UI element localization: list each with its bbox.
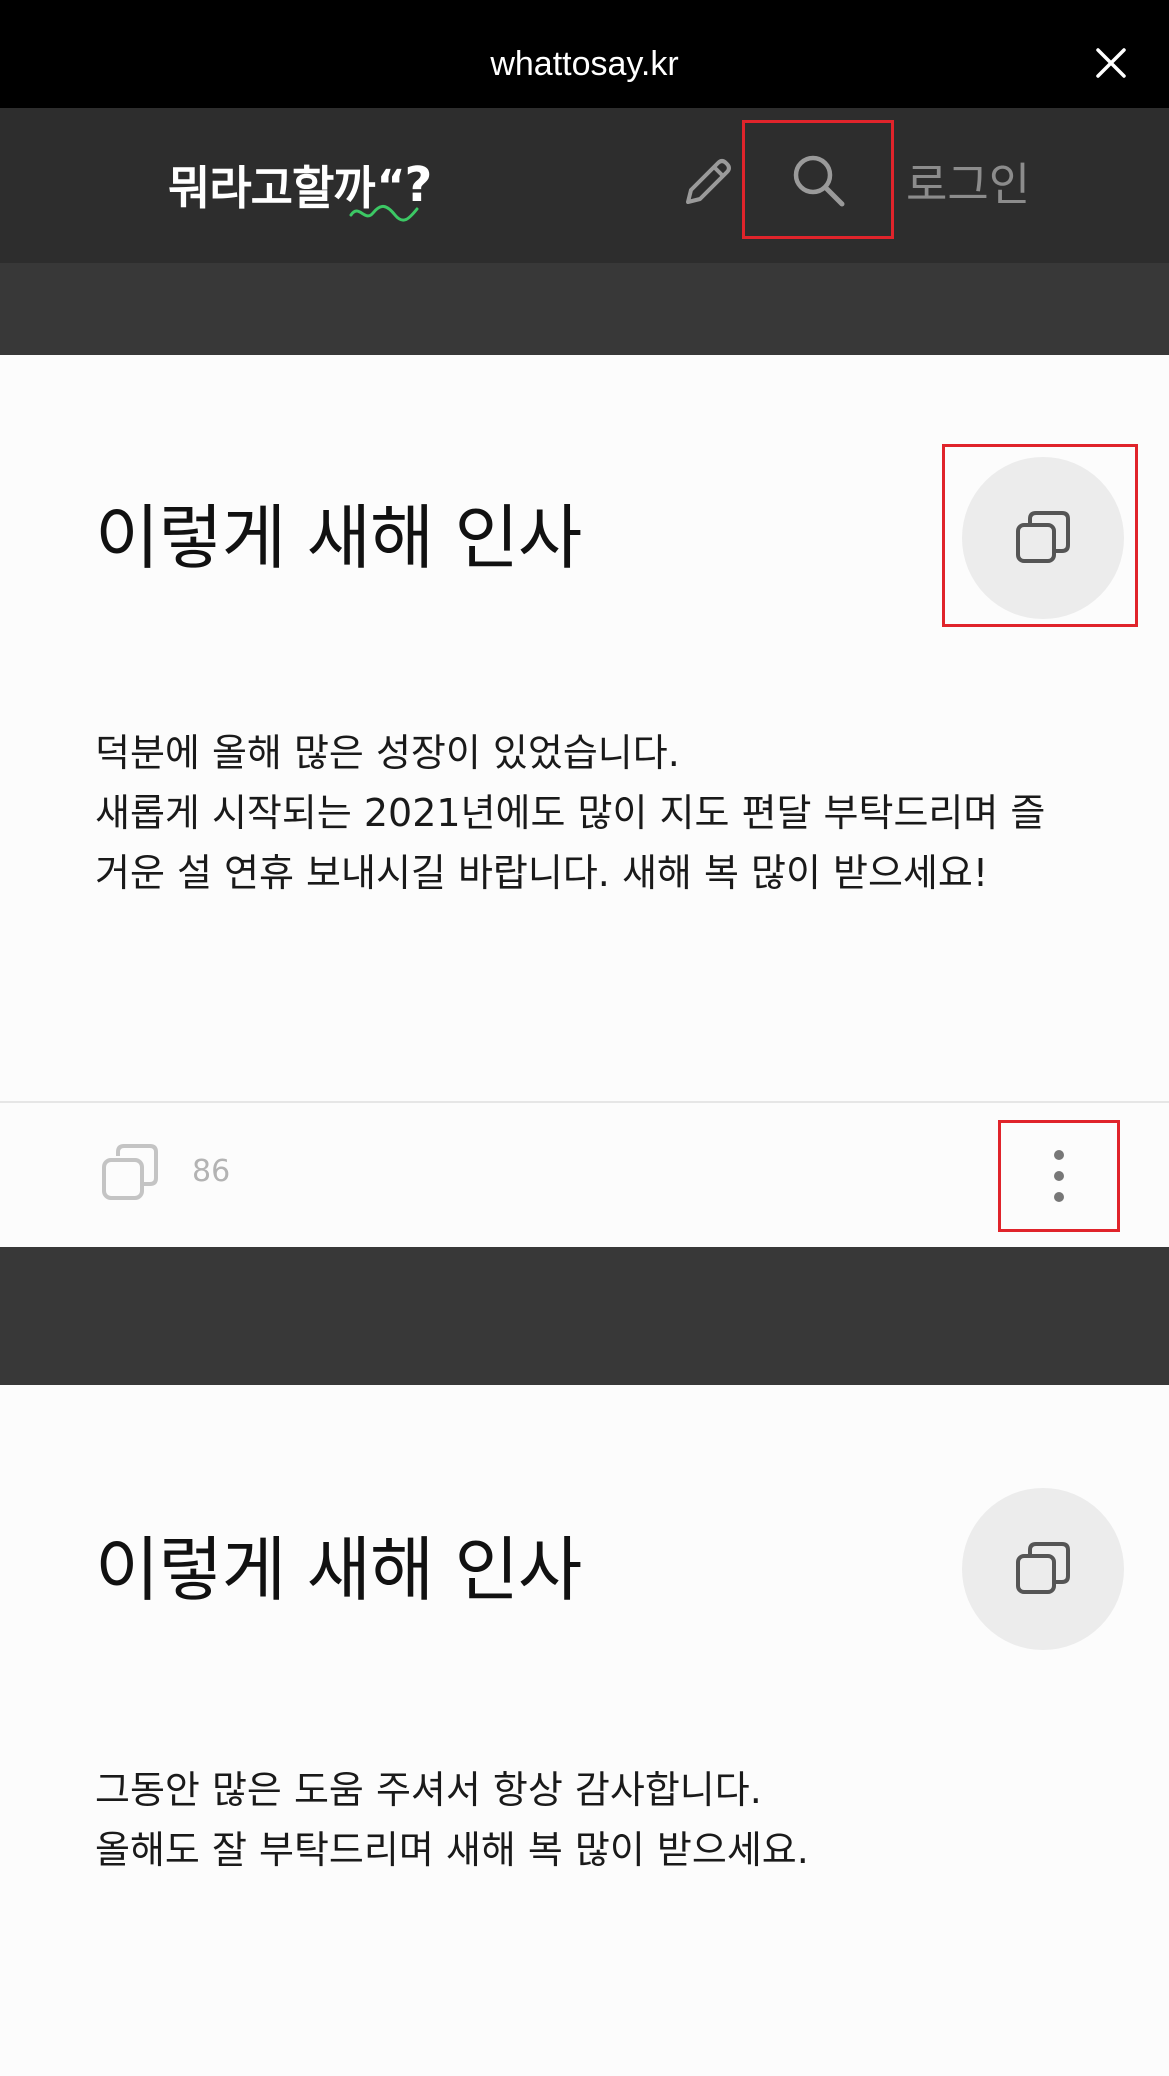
login-link[interactable]: 로그인 [906,150,1030,220]
card-title: 이렇게 새해 인사 [95,1529,582,1611]
url-text[interactable]: whattosay.kr [0,40,1169,88]
site-header: 뭐라고할까 “? 로그인 [0,108,1169,263]
search-icon [793,155,845,206]
more-vertical-icon [1054,1150,1064,1202]
phrase-card: 이렇게 새해 인사 그동안 많은 도움 주셔서 항상 감사합니다. 올해도 잘 … [0,1385,1169,2076]
search-button[interactable] [742,120,894,239]
copy-button[interactable] [962,1488,1124,1650]
header-spacer [0,263,1169,355]
copy-button-highlight [942,444,1138,627]
card-body: 그동안 많은 도움 주셔서 항상 감사합니다. 올해도 잘 부탁드리며 새해 복… [95,1768,809,1872]
browser-url-bar: whattosay.kr [0,0,1169,108]
close-icon[interactable] [1092,44,1130,82]
logo-text: 뭐라고할까 [168,161,376,215]
phrase-card: 이렇게 새해 인사 덕분에 올해 많은 성장이 있었습니다. 새롭게 시작되는 … [0,355,1169,1247]
more-options-button[interactable] [998,1120,1120,1232]
copy-count: 86 [192,1154,231,1189]
logo-quote-mark: “? [349,157,432,222]
card-body: 덕분에 올해 많은 성장이 있었습니다. 새롭게 시작되는 2021년에도 많이… [95,731,1046,895]
copy-count-icon [102,1144,158,1200]
card-separator [0,1247,1169,1385]
logo-squiggle-icon [349,205,419,222]
card-title: 이렇게 새해 인사 [95,497,582,579]
pencil-icon[interactable] [678,154,736,212]
copy-icon [1016,1542,1070,1594]
site-logo[interactable]: 뭐라고할까 “? [168,150,432,222]
card-divider [0,1101,1169,1103]
